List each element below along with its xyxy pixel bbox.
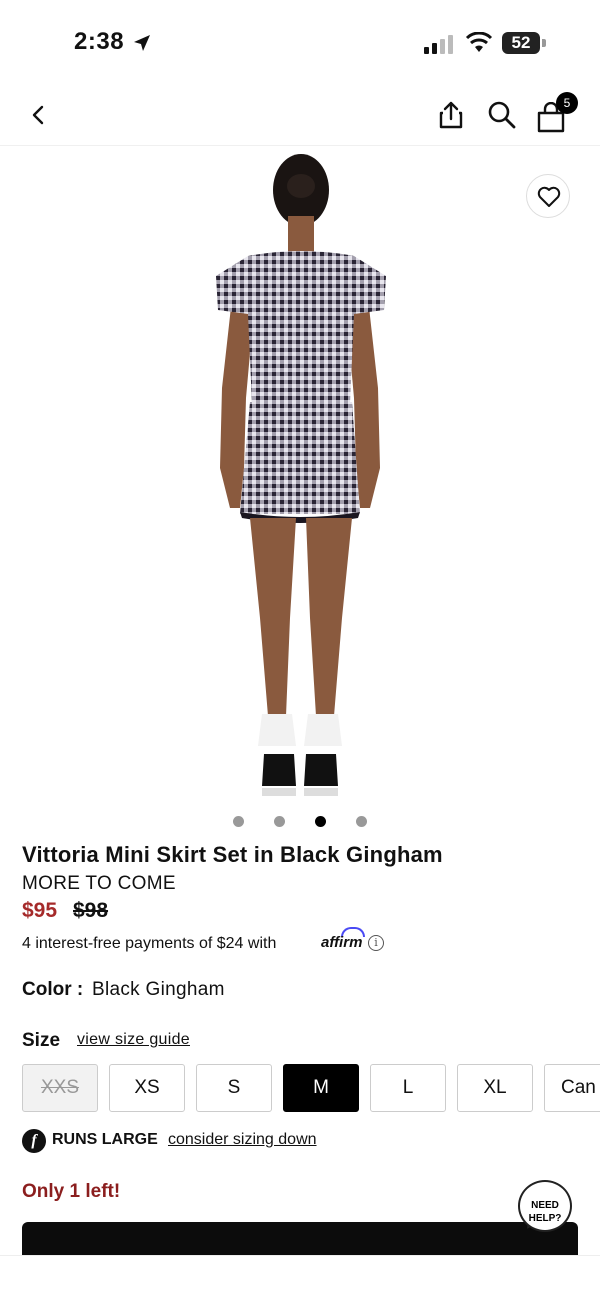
size-option-xs[interactable]: XS [109,1064,185,1112]
share-button[interactable] [437,100,465,130]
heart-icon [537,186,561,207]
original-price: $98 [73,899,109,922]
carousel-dot[interactable] [356,816,367,827]
help-label-line2: HELP? [528,1213,562,1224]
stock-status: Only 1 left! [22,1181,121,1202]
need-help-button[interactable]: NEED HELP? [518,1180,572,1232]
carousel-dot[interactable] [233,816,244,827]
share-icon [439,101,463,129]
search-icon [488,101,516,129]
bottom-safe-area [0,1255,600,1303]
color-value: Black Gingham [92,979,225,1000]
product-title: Vittoria Mini Skirt Set in Black Gingham [22,842,443,867]
sale-price: $95 [22,899,58,922]
size-label: Size [22,1030,61,1051]
size-option-xxs[interactable]: XXS [22,1064,98,1112]
color-label: Color : [22,979,84,1000]
back-button[interactable] [26,102,52,128]
size-guide-link[interactable]: view size guide [77,1031,190,1049]
size-option-can[interactable]: Can [544,1064,600,1112]
size-option-xl[interactable]: XL [457,1064,533,1112]
help-label-line1: NEED [531,1200,559,1211]
product-photo [216,154,386,796]
location-arrow-icon [134,35,150,51]
carousel-dot[interactable] [274,816,285,827]
status-bar: 2:38 52 [0,0,600,90]
status-time: 2:38 [74,28,125,55]
bag-count-badge: 5 [556,92,578,114]
size-option-m[interactable]: M [283,1064,359,1112]
product-collection[interactable]: MORE TO COME [22,873,176,895]
size-option-s[interactable]: S [196,1064,272,1112]
cellular-signal-icon [424,35,453,54]
shopping-bag-button[interactable]: 5 [536,92,578,133]
size-option-l[interactable]: L [370,1064,446,1112]
carousel-dot-active[interactable] [315,816,326,827]
fit-label: RUNS LARGE [52,1131,158,1148]
fit-predictor-icon: f [22,1129,46,1153]
chevron-left-icon [32,105,44,125]
info-icon[interactable]: i [368,935,384,951]
product-image[interactable] [0,148,600,808]
wifi-icon [465,32,493,52]
search-button[interactable] [487,100,517,130]
wishlist-button[interactable] [526,174,570,218]
battery-level: 52 [511,33,531,52]
top-nav-bar: 5 [0,90,600,146]
carousel-dots [0,816,600,828]
battery-indicator: 52 [502,32,546,54]
affirm-logo: affirm [321,934,363,951]
sizing-advice-link[interactable]: consider sizing down [168,1131,317,1149]
installment-text: 4 interest-free payments of $24 with [22,935,277,952]
